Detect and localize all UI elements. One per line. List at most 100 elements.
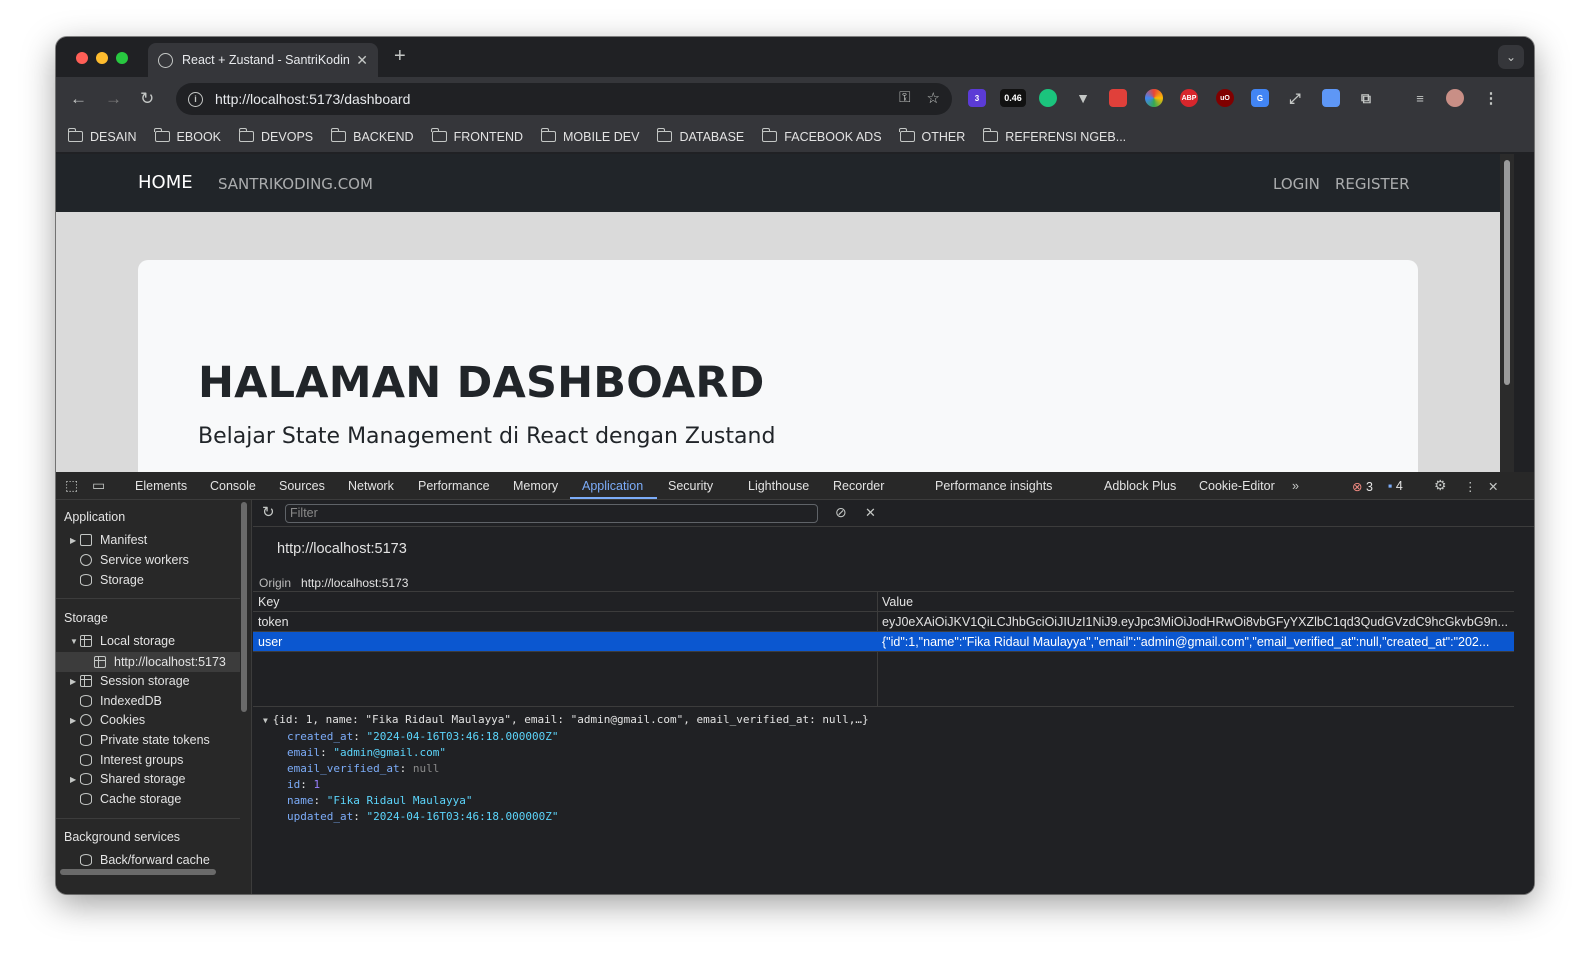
nav-register-link[interactable]: REGISTER [1335,175,1410,193]
new-tab-button[interactable]: + [394,45,406,68]
sidebar-scrollbar-thumb[interactable] [241,502,247,712]
clear-all-icon[interactable]: ⊘ [835,504,847,521]
nav-login-link[interactable]: LOGIN [1273,175,1320,193]
sidebar-item-service-workers[interactable]: Service workers [80,551,189,569]
sidebar-item-private-state-tokens[interactable]: Private state tokens [80,731,210,749]
close-tab-icon[interactable]: ✕ [356,52,368,69]
preview-property[interactable]: updated_at: "2024-04-16T03:46:18.000000Z… [263,809,869,825]
devtools-tab-memory[interactable]: Memory [513,479,558,493]
forward-icon[interactable]: → [105,89,122,109]
refresh-icon[interactable]: ↻ [262,503,275,521]
devtools-tab-elements[interactable]: Elements [135,479,187,493]
device-toolbar-icon[interactable]: ▭ [92,477,105,494]
settings-gear-icon[interactable]: ⚙ [1434,477,1447,494]
more-tabs-icon[interactable]: » [1292,479,1299,493]
zoom-window-button[interactable] [116,52,128,64]
devtools-tab-cookie-editor[interactable]: Cookie-Editor [1199,479,1275,493]
bookmark-folder[interactable]: DESAIN [67,128,137,144]
devtools-tab-sources[interactable]: Sources [279,479,325,493]
extension-badge-icon[interactable]: 3 [968,89,986,107]
sidebar-item-session-storage[interactable]: ▶ Session storage [70,672,190,690]
page-scrollbar-thumb[interactable] [1504,160,1510,385]
column-header-value[interactable]: Value [878,595,1514,609]
preview-summary-row[interactable]: ▼ {id: 1, name: "Fika Ridaul Maulayya", … [263,712,869,729]
browser-menu-icon[interactable]: ⋮ [1482,89,1500,107]
adblock-plus-icon[interactable]: ABP [1180,89,1198,107]
sidebar-item-local-storage[interactable]: ▼ Local storage [70,632,175,650]
bookmark-folder[interactable]: DEVOPS [238,128,313,144]
close-window-button[interactable] [76,52,88,64]
row-value[interactable]: {"id":1,"name":"Fika Ridaul Maulayya","e… [878,635,1514,649]
color-picker-icon[interactable] [1145,89,1163,107]
vue-devtools-icon[interactable]: ▼ [1074,89,1092,107]
green-dot-extension-icon[interactable] [1039,89,1057,107]
devtools-tab-performance[interactable]: Performance [418,479,490,493]
sidebar-item-indexeddb[interactable]: IndexedDB [80,692,162,710]
preview-property[interactable]: created_at: "2024-04-16T03:46:18.000000Z… [263,729,869,745]
collapse-arrow-icon[interactable]: ▼ [263,716,273,725]
devtools-tab-lighthouse[interactable]: Lighthouse [748,479,809,493]
reload-icon[interactable]: ↻ [140,89,154,109]
red-extension-icon[interactable] [1109,89,1127,107]
bookmark-folder[interactable]: REFERENSI NGEB... [982,128,1126,144]
expand-arrow-icon[interactable]: ▶ [70,716,80,725]
bookmark-folder[interactable]: OTHER [899,128,965,144]
profile-avatar[interactable] [1446,89,1464,107]
expand-arrow-icon[interactable]: ▶ [70,536,80,545]
devtools-tab-performance-insights[interactable]: Performance insights [935,479,1052,493]
sidebar-item-cache-storage[interactable]: Cache storage [80,790,181,808]
sidebar-item-local-origin[interactable]: http://localhost:5173 [94,653,226,671]
back-icon[interactable]: ← [70,89,87,109]
devtools-tab-console[interactable]: Console [210,479,256,493]
row-key[interactable]: user [253,635,878,649]
docs-extension-icon[interactable] [1322,89,1340,107]
table-row-selected[interactable]: user {"id":1,"name":"Fika Ridaul Maulayy… [253,632,1514,652]
column-header-key[interactable]: Key [253,595,878,609]
devtools-tab-network[interactable]: Network [348,479,394,493]
filter-input[interactable]: Filter [285,504,818,523]
sidebar-horizontal-scrollbar[interactable] [60,869,216,875]
bookmark-folder[interactable]: MOBILE DEV [540,128,639,144]
devtools-menu-icon[interactable]: ⋮ [1464,479,1477,494]
extension-score-icon[interactable]: 0.46 [1000,89,1026,107]
error-count-badge[interactable]: ⊗ 3 [1352,479,1373,494]
page-scrollbar[interactable] [1500,154,1514,472]
sidebar-item-shared-storage[interactable]: ▶ Shared storage [70,770,185,788]
expand-arrow-icon[interactable]: ▶ [70,775,80,784]
delete-selected-icon[interactable]: ✕ [865,505,876,521]
devtools-tab-application[interactable]: Application [582,479,643,493]
reading-list-icon[interactable]: ≡ [1411,89,1429,107]
sidebar-vertical-scrollbar[interactable] [240,502,248,894]
table-row[interactable]: token eyJ0eXAiOiJKV1QiLCJhbGciOiJIUzI1Ni… [253,612,1514,632]
devtools-tab-security[interactable]: Security [668,479,713,493]
row-key[interactable]: token [253,615,878,629]
devtools-tab-recorder[interactable]: Recorder [833,479,884,493]
sidebar-item-interest-groups[interactable]: Interest groups [80,751,183,769]
sidebar-item-storage[interactable]: Storage [80,571,144,589]
site-info-icon[interactable]: i [188,91,203,107]
browser-tab[interactable]: React + Zustand - SantriKoding ✕ [148,43,378,77]
minimize-window-button[interactable] [96,52,108,64]
preview-property[interactable]: email: "admin@gmail.com" [263,745,869,761]
password-key-icon[interactable]: ⚿ [899,89,910,107]
preview-property[interactable]: email_verified_at: null [263,761,869,777]
close-devtools-icon[interactable]: ✕ [1488,479,1498,494]
expand-arrow-icon[interactable]: ▶ [70,677,80,686]
bookmark-folder[interactable]: BACKEND [330,128,414,144]
devtools-tab-adblock-plus[interactable]: Adblock Plus [1104,479,1176,493]
expand-icon[interactable]: ⤢ [1286,89,1304,107]
bookmark-folder[interactable]: FACEBOOK ADS [761,128,882,144]
preview-property[interactable]: id: 1 [263,777,869,793]
sidebar-item-cookies[interactable]: ▶ Cookies [70,711,145,729]
extensions-puzzle-icon[interactable]: ⧉ [1357,89,1375,107]
sidebar-item-back-forward-cache[interactable]: Back/forward cache [80,851,210,869]
nav-brand-link[interactable]: SANTRIKODING.COM [218,175,373,193]
bookmark-folder[interactable]: FRONTEND [431,128,523,144]
tab-search-button[interactable]: ⌄ [1498,45,1524,69]
ublock-icon[interactable]: uO [1216,89,1234,107]
inspect-element-icon[interactable]: ⬚ [65,477,78,494]
bookmark-star-icon[interactable]: ☆ [927,89,940,107]
preview-property[interactable]: name: "Fika Ridaul Maulayya" [263,793,869,809]
nav-home-link[interactable]: HOME [138,172,193,193]
bookmark-folder[interactable]: EBOOK [154,128,221,144]
